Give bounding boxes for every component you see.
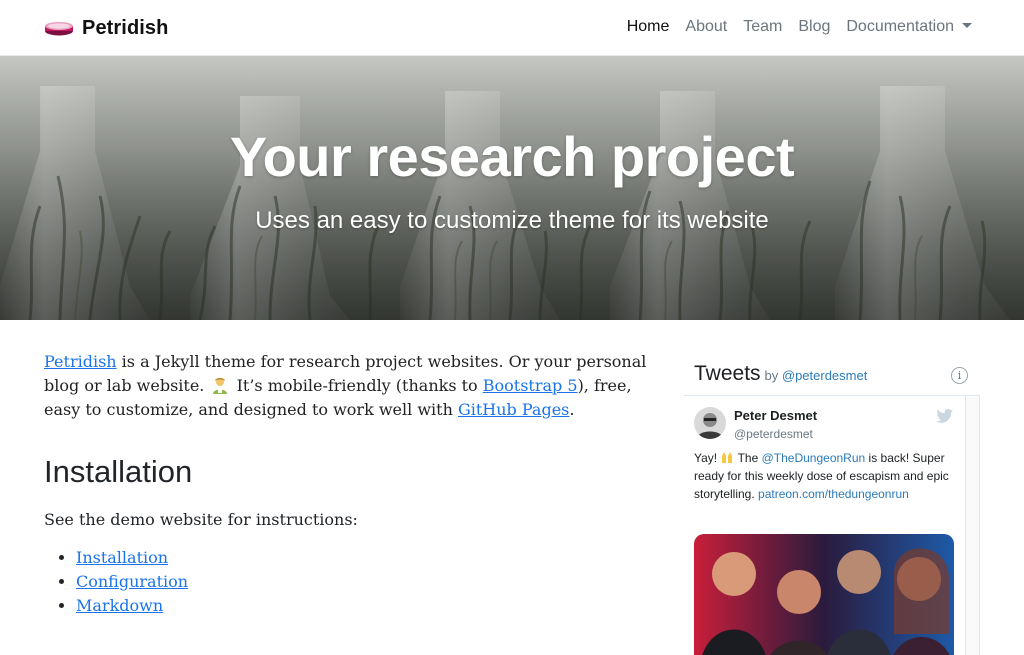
avatar[interactable] [694,407,726,439]
nav-home[interactable]: Home [627,16,670,38]
nav-about[interactable]: About [685,16,727,38]
list-item: Installation [76,546,664,570]
widget-handle-link[interactable]: @peterdesmet [782,368,867,383]
intro-paragraph: Petridish is a Jekyll theme for research… [44,350,664,422]
tweet-author-name[interactable]: Peter Desmet [734,408,817,423]
tweet-url-link[interactable]: patreon.com/thedungeonrun [758,487,909,501]
tweet-text: Yay! The @TheDungeonRun is back! Super r… [694,449,956,503]
timeline-scrollbar[interactable] [965,396,979,655]
intro-text-2: It’s mobile-friendly (thanks to [231,376,483,395]
tweet-author-handle[interactable]: @peterdesmet [734,427,813,441]
github-pages-link[interactable]: GitHub Pages [458,400,569,419]
caret-down-icon [962,23,972,28]
widget-title: Tweets [694,362,761,385]
installation-link[interactable]: Installation [76,548,168,567]
brand-name: Petridish [82,16,169,39]
timeline[interactable]: Peter Desmet @peterdesmet Yay! The @TheD… [684,395,980,655]
widget-by: by @peterdesmet [765,368,868,383]
markdown-link[interactable]: Markdown [76,596,163,615]
nav-menu: Home About Team Blog Documentation [611,16,972,38]
nav-documentation[interactable]: Documentation [846,16,972,38]
main-content: Petridish is a Jekyll theme for research… [44,350,664,618]
navbar: Petridish Home About Team Blog Documenta… [0,0,1024,56]
petridish-logo-icon [45,22,73,36]
bootstrap-link[interactable]: Bootstrap 5 [483,376,578,395]
tweet-text-1: Yay! [694,451,721,465]
installation-text: See the demo website for instructions: [44,510,358,529]
raised-hands-emoji-icon [722,452,733,463]
hero-title: Your research project [229,125,795,188]
nav-documentation-label: Documentation [846,18,954,35]
configuration-link[interactable]: Configuration [76,572,188,591]
nav-team[interactable]: Team [743,16,782,38]
twitter-timeline-widget: Tweets by @peterdesmet i Peter Desmet @pe… [684,350,980,655]
list-item: Markdown [76,594,664,618]
tweet-media-image[interactable] [694,534,954,655]
tweet-text-2: The [734,451,762,465]
widget-header: Tweets by @peterdesmet i [694,362,974,388]
installation-heading: Installation [44,454,193,489]
list-item: Configuration [76,570,664,594]
brand-link[interactable]: Petridish [44,14,168,42]
scientist-emoji-icon [213,378,228,394]
hero-banner: Your research project Uses an easy to cu… [0,56,1024,320]
installation-links-list: Installation Configuration Markdown [44,546,664,618]
tweet-mention-link[interactable]: @TheDungeonRun [762,451,866,465]
nav-blog[interactable]: Blog [798,16,830,38]
intro-text-4: . [569,400,575,419]
petridish-link[interactable]: Petridish [44,352,117,371]
twitter-bird-icon[interactable] [936,409,954,424]
widget-by-label: by [764,368,782,383]
info-icon[interactable]: i [951,367,968,384]
hero-subtitle: Uses an easy to customize theme for its … [255,207,769,234]
